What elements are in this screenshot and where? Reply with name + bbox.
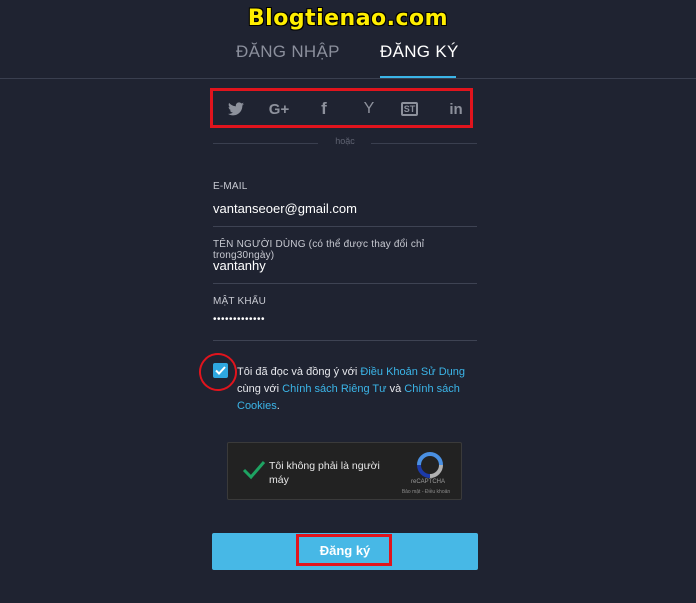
terms-suffix: . — [276, 400, 280, 412]
email-field[interactable]: vantanseoer@gmail.com — [213, 201, 357, 216]
recaptcha-widget: Tôi không phải là người máy reCAPTCHA Bả… — [227, 442, 462, 500]
tab-register[interactable]: ĐĂNG KÝ — [380, 42, 459, 62]
terms-and: và — [386, 383, 405, 395]
twitter-icon[interactable] — [225, 100, 247, 118]
password-label: MẬT KHẨU — [213, 296, 267, 307]
recaptcha-text: Tôi không phải là người máy — [269, 460, 380, 486]
social-login-highlight: G+ f Y ST in — [210, 88, 473, 128]
terms-checkbox[interactable] — [213, 363, 228, 378]
recaptcha-checkbox[interactable] — [241, 457, 267, 483]
facebook-icon[interactable]: f — [313, 99, 335, 118]
recaptcha-logo-icon — [417, 452, 443, 478]
username-field[interactable]: vantanhy — [213, 258, 266, 273]
tabs-divider — [0, 78, 696, 79]
checkmark-icon — [215, 366, 226, 375]
stocktwits-icon[interactable]: ST — [401, 102, 418, 116]
email-label: E-MAIL — [213, 181, 248, 192]
recaptcha-privacy-terms-links[interactable]: Bảo mật - Điều khoản — [392, 489, 460, 495]
or-text: hoặc — [335, 136, 355, 146]
password-underline — [213, 340, 477, 341]
privacy-policy-link[interactable]: Chính sách Riêng Tư — [282, 383, 386, 395]
auth-tabs: ĐĂNG NHẬP ĐĂNG KÝ — [0, 0, 696, 80]
tab-login[interactable]: ĐĂNG NHẬP — [236, 42, 340, 62]
google-plus-icon[interactable]: G+ — [268, 100, 290, 118]
or-separator: hoặc — [213, 136, 477, 150]
terms-of-use-link[interactable]: Điều Khoản Sử Dụng — [360, 366, 465, 378]
yahoo-icon[interactable]: Y — [358, 100, 380, 118]
register-button[interactable]: Đăng ký — [212, 533, 478, 570]
separator-line-right — [371, 143, 477, 144]
username-underline — [213, 283, 477, 284]
password-field[interactable]: ••••••••••••• — [213, 314, 265, 325]
linkedin-icon[interactable]: in — [445, 100, 467, 118]
recaptcha-brand: reCAPTCHA — [410, 479, 445, 485]
terms-text: Tôi đã đọc và đồng ý với Điều Khoản Sử D… — [237, 364, 477, 415]
register-button-label: Đăng ký — [319, 543, 371, 558]
email-underline — [213, 226, 477, 227]
terms-middle: cùng với — [237, 383, 283, 395]
check-icon — [242, 461, 266, 480]
terms-prefix: Tôi đã đọc và đồng ý với — [237, 366, 361, 378]
